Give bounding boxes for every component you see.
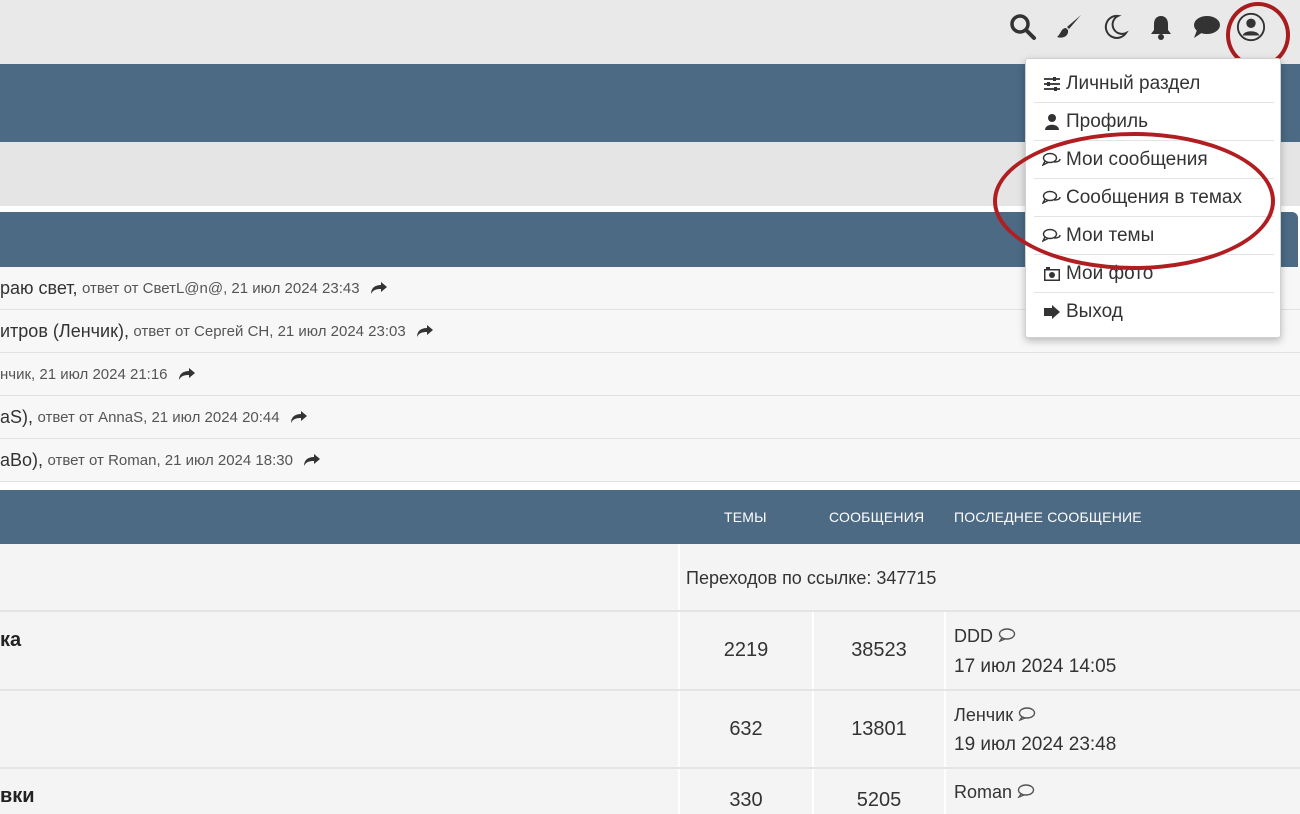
activity-row: aS), ответ от AnnaS, 21 июл 2024 20:44	[0, 396, 1300, 439]
activity-topic-link[interactable]: раю свет,	[0, 278, 78, 299]
menu-item-personal-section[interactable]: Личный раздел	[1034, 65, 1274, 103]
sliders-icon	[1042, 74, 1062, 94]
activity-topic-link[interactable]: aBo),	[0, 450, 43, 471]
reply-icon[interactable]	[416, 324, 434, 338]
forum-redirect-row: Переходов по ссылке: 347715	[0, 544, 1300, 612]
forum-name-link[interactable]: вки	[0, 785, 35, 808]
reply-icon[interactable]	[370, 281, 388, 295]
menu-item-logout[interactable]: Выход	[1034, 293, 1274, 331]
chat-icon[interactable]	[1192, 12, 1222, 42]
column-topics: ТЕМЫ	[724, 509, 767, 525]
search-icon[interactable]	[1008, 12, 1038, 42]
comment-icon	[1018, 707, 1036, 722]
activity-meta: ответ от Сергей СН, 21 июл 2024 23:03	[133, 322, 406, 340]
posts-count: 38523	[851, 639, 907, 661]
menu-item-label: Сообщения в темах	[1066, 186, 1242, 208]
topics-count: 330	[729, 789, 763, 811]
activity-row: aBo), ответ от Roman, 21 июл 2024 18:30	[0, 439, 1300, 482]
activity-meta: ответ от Roman, 21 июл 2024 18:30	[47, 451, 293, 469]
last-post-author[interactable]: Ленчик	[954, 705, 1036, 726]
comments-icon	[1042, 150, 1062, 170]
last-post-author[interactable]: Roman	[954, 782, 1035, 803]
activity-topic-link[interactable]: aS),	[0, 407, 33, 428]
menu-item-label: Выход	[1066, 301, 1123, 322]
activity-topic-link[interactable]: итров (Ленчик),	[0, 321, 129, 342]
logout-icon	[1042, 302, 1062, 322]
menu-item-my-photos[interactable]: Мои фото	[1034, 255, 1274, 293]
menu-item-my-topics[interactable]: Мои темы	[1034, 217, 1274, 255]
forum-row: 632 13801 Ленчик 19 июл 2024 23:48	[0, 691, 1300, 769]
forum-name-link[interactable]: ка	[0, 629, 21, 652]
top-icons	[992, 12, 1266, 42]
activity-meta: ответ от AnnaS, 21 июл 2024 20:44	[37, 408, 280, 426]
activity-meta: ответ от СветL@n@, 21 июл 2024 23:43	[82, 279, 360, 297]
forum-table-header: ТЕМЫ СООБЩЕНИЯ ПОСЛЕДНЕЕ СООБЩЕНИЕ	[0, 490, 1300, 544]
redirect-count: Переходов по ссылке: 347715	[686, 568, 937, 588]
menu-item-label: Мои сообщения	[1066, 148, 1208, 170]
forum-row: вки 330 5205 Roman	[0, 769, 1300, 814]
camera-icon	[1042, 264, 1062, 284]
moon-icon[interactable]	[1100, 12, 1130, 42]
top-bar	[0, 0, 1300, 64]
topics-count: 632	[729, 717, 763, 740]
menu-item-label: Профиль	[1066, 110, 1149, 132]
comments-icon	[1042, 226, 1062, 246]
comment-icon	[998, 628, 1016, 643]
reply-icon[interactable]	[178, 367, 196, 381]
last-post-author[interactable]: DDD	[954, 626, 1016, 647]
menu-item-label: Личный раздел	[1066, 72, 1201, 94]
comment-icon	[1017, 784, 1035, 799]
column-posts: СООБЩЕНИЯ	[829, 509, 925, 525]
last-post-date: 19 июл 2024 23:48	[954, 734, 1117, 755]
menu-item-label: Мои фото	[1066, 262, 1154, 284]
bell-icon[interactable]	[1146, 12, 1176, 42]
activity-meta: нчик, 21 июл 2024 21:16	[0, 365, 168, 383]
menu-item-profile[interactable]: Профиль	[1034, 103, 1274, 141]
menu-item-topic-posts[interactable]: Сообщения в темах	[1034, 179, 1274, 217]
menu-item-my-posts[interactable]: Мои сообщения	[1034, 141, 1274, 179]
reply-icon[interactable]	[303, 453, 321, 467]
user-dropdown-menu: Личный раздел Профиль Мои сообщения Сооб…	[1025, 58, 1281, 338]
menu-item-label: Мои темы	[1066, 224, 1155, 246]
brush-icon[interactable]	[1054, 12, 1084, 42]
reply-icon[interactable]	[290, 410, 308, 424]
user-icon[interactable]	[1236, 12, 1266, 42]
last-post-date: 17 июл 2024 14:05	[954, 656, 1117, 677]
column-last-post: ПОСЛЕДНЕЕ СООБЩЕНИЕ	[954, 509, 1142, 525]
comments-icon	[1042, 188, 1062, 208]
forum-row: ка 2219 38523 DDD 17 июл 2024 14:05	[0, 612, 1300, 691]
person-icon	[1042, 112, 1062, 132]
activity-row: нчик, 21 июл 2024 21:16	[0, 353, 1300, 396]
posts-count: 5205	[856, 789, 902, 811]
topics-count: 2219	[723, 639, 769, 661]
posts-count: 13801	[851, 717, 907, 740]
